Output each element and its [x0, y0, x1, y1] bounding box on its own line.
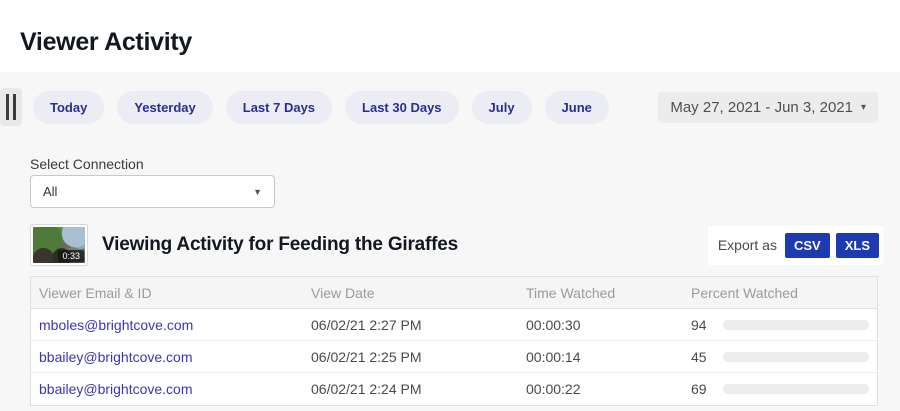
export-group: Export as CSV XLS — [708, 226, 883, 265]
column-header-viewer-email: Viewer Email & ID — [31, 285, 303, 301]
view-date-cell: 06/02/21 2:24 PM — [303, 381, 518, 397]
table-body: mboles@brightcove.com 06/02/21 2:27 PM 0… — [31, 309, 877, 405]
percent-watched-cell: 69 — [683, 381, 877, 397]
percent-value: 69 — [691, 381, 715, 397]
viewer-email-cell: bbailey@brightcove.com — [31, 381, 303, 397]
time-watched-cell: 00:00:22 — [518, 381, 683, 397]
preset-today-button[interactable]: Today — [33, 91, 104, 124]
table-row: bbailey@brightcove.com 06/02/21 2:25 PM … — [31, 341, 877, 373]
viewer-activity-page: Viewer Activity Today Yesterday Last 7 D… — [0, 0, 900, 411]
table-row: mboles@brightcove.com 06/02/21 2:27 PM 0… — [31, 309, 877, 341]
content-panel: Today Yesterday Last 7 Days Last 30 Days… — [0, 72, 900, 411]
connection-select[interactable]: All ▼ — [30, 175, 275, 208]
export-csv-button[interactable]: CSV — [785, 233, 830, 258]
section-title: Viewing Activity for Feeding the Giraffe… — [102, 234, 708, 256]
viewer-email-cell: bbailey@brightcove.com — [31, 349, 303, 365]
page-header: Viewer Activity — [0, 0, 900, 72]
viewer-email-link[interactable]: bbailey@brightcove.com — [39, 349, 193, 365]
preset-july-button[interactable]: July — [472, 91, 532, 124]
viewer-email-cell: mboles@brightcove.com — [31, 317, 303, 333]
table-header-row: Viewer Email & ID View Date Time Watched… — [31, 277, 877, 309]
time-watched-cell: 00:00:14 — [518, 349, 683, 365]
column-header-time-watched: Time Watched — [518, 285, 683, 301]
caret-down-icon: ▾ — [861, 102, 866, 113]
export-xls-button[interactable]: XLS — [836, 233, 879, 258]
date-range-dropdown[interactable]: May 27, 2021 - Jun 3, 2021 ▾ — [658, 92, 878, 123]
progress-bar-track — [723, 320, 869, 330]
table-row: bbailey@brightcove.com 06/02/21 2:24 PM … — [31, 373, 877, 405]
percent-value: 45 — [691, 349, 715, 365]
preset-last-30-days-button[interactable]: Last 30 Days — [345, 91, 459, 124]
date-range-label: May 27, 2021 - Jun 3, 2021 — [670, 99, 853, 116]
date-filter-row: Today Yesterday Last 7 Days Last 30 Days… — [0, 88, 878, 126]
page-title: Viewer Activity — [20, 28, 192, 57]
connection-selected-value: All — [43, 184, 57, 199]
video-duration-badge: 0:33 — [58, 250, 84, 262]
video-section-header: 0:33 Viewing Activity for Feeding the Gi… — [30, 222, 883, 268]
preset-june-button[interactable]: June — [545, 91, 609, 124]
percent-watched-cell: 45 — [683, 349, 877, 365]
viewer-activity-table: Viewer Email & ID View Date Time Watched… — [30, 276, 878, 406]
preset-yesterday-button[interactable]: Yesterday — [117, 91, 212, 124]
percent-watched-cell: 94 — [683, 317, 877, 333]
percent-value: 94 — [691, 317, 715, 333]
column-header-percent-watched: Percent Watched — [683, 285, 877, 301]
select-connection-label: Select Connection — [30, 156, 144, 172]
viewer-email-link[interactable]: mboles@brightcove.com — [39, 317, 193, 333]
video-thumbnail[interactable]: 0:33 — [30, 224, 88, 266]
sidebar-drawer-handle[interactable] — [0, 88, 22, 126]
column-header-view-date: View Date — [303, 285, 518, 301]
view-date-cell: 06/02/21 2:27 PM — [303, 317, 518, 333]
preset-last-7-days-button[interactable]: Last 7 Days — [226, 91, 332, 124]
view-date-cell: 06/02/21 2:25 PM — [303, 349, 518, 365]
handle-bar-icon — [13, 94, 16, 120]
viewer-email-link[interactable]: bbailey@brightcove.com — [39, 381, 193, 397]
date-preset-pills: Today Yesterday Last 7 Days Last 30 Days… — [33, 91, 658, 124]
time-watched-cell: 00:00:30 — [518, 317, 683, 333]
progress-bar-track — [723, 352, 869, 362]
handle-bar-icon — [6, 94, 9, 120]
export-as-label: Export as — [718, 237, 777, 253]
caret-down-icon: ▼ — [253, 187, 262, 197]
progress-bar-track — [723, 384, 869, 394]
